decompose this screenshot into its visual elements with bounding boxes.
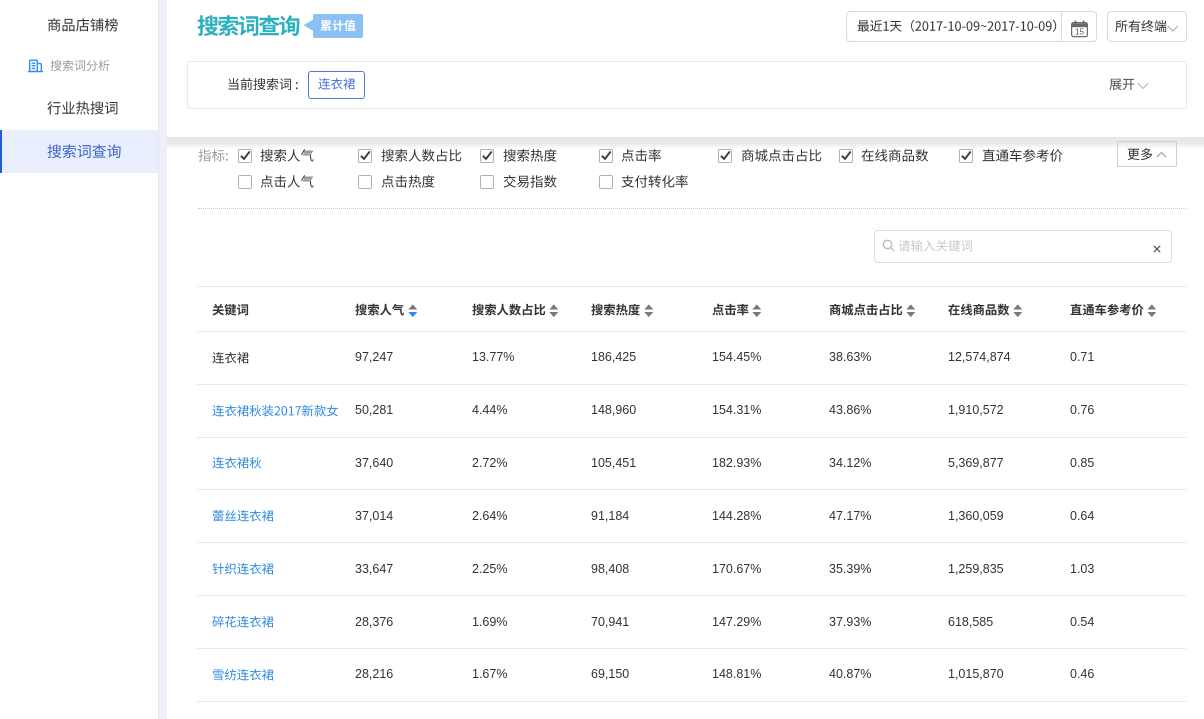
svg-text:15: 15 — [1075, 28, 1084, 37]
